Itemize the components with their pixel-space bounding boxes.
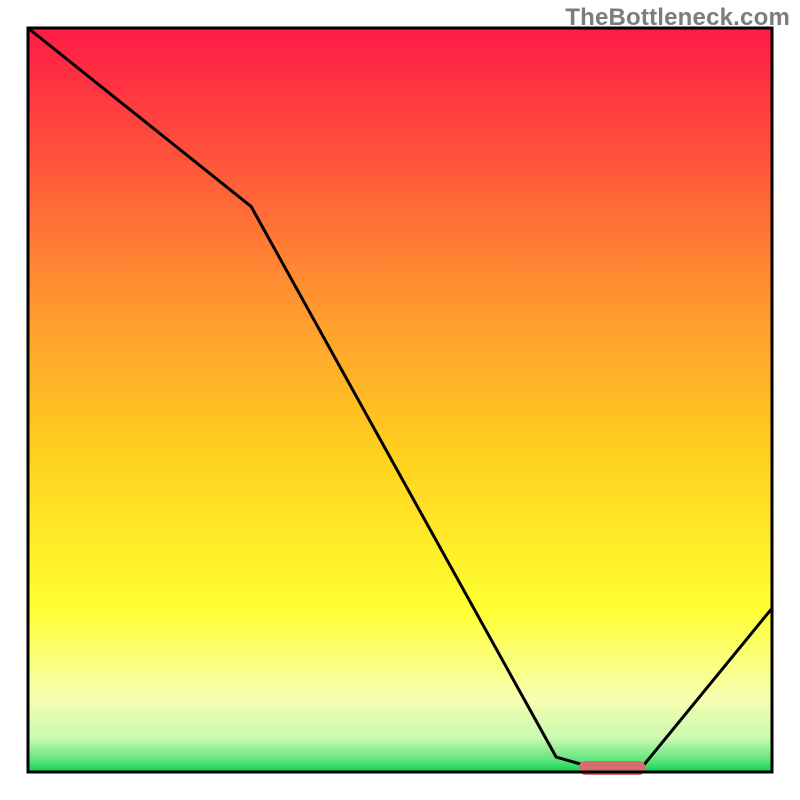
watermark-text: TheBottleneck.com [565, 4, 790, 32]
plot-background [28, 28, 772, 772]
bottleneck-chart [0, 0, 800, 800]
chart-container: TheBottleneck.com [0, 0, 800, 800]
